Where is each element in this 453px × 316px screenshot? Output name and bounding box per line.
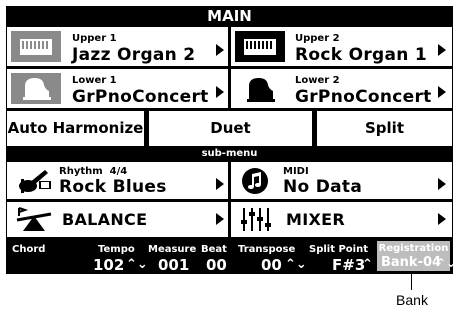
beat-value: 00 — [206, 256, 227, 274]
tone-lower1-name: GrPnoConcert — [72, 87, 209, 107]
registration-bank-value: Bank-04 — [381, 255, 442, 270]
registration-bank-button[interactable]: Registration Bank-04 ⌃⌄ — [375, 239, 453, 273]
chord-label: Chord — [12, 244, 46, 255]
grand-piano-icon — [235, 73, 285, 104]
beat-label: Beat — [201, 244, 227, 255]
guitar-drum-icon — [15, 167, 53, 195]
tone-upper2-button[interactable]: Upper 2 Rock Organ 1 — [231, 27, 452, 66]
arrow-right-icon — [438, 86, 446, 98]
bank-callout-label: Bank — [396, 292, 428, 308]
organ-icon — [11, 31, 61, 62]
music-note-icon — [241, 167, 269, 195]
submenu-label: sub-menu — [201, 148, 258, 159]
duet-button[interactable]: Duet — [149, 111, 312, 146]
up-down-icon[interactable]: ⌃⌄ — [285, 256, 307, 274]
tone-upper2-name: Rock Organ 1 — [295, 45, 427, 65]
arrow-right-icon — [216, 213, 224, 225]
screen-title: MAIN — [207, 7, 252, 25]
tone-upper1-button[interactable]: Upper 1 Jazz Organ 2 — [7, 27, 228, 66]
arrow-right-icon — [216, 178, 224, 190]
tempo-label: Tempo — [98, 244, 135, 255]
midi-name: No Data — [283, 177, 363, 197]
balance-label: BALANCE — [62, 210, 148, 229]
split-button[interactable]: Split — [317, 111, 452, 146]
tone-lower1-button[interactable]: Lower 1 GrPnoConcert — [7, 69, 228, 108]
rhythm-label: Rhythm 4/4 — [59, 166, 127, 177]
tone-upper2-label: Upper 2 — [295, 33, 340, 44]
mixer-label: MIXER — [286, 210, 345, 229]
measure-label: Measure — [148, 244, 197, 255]
auto-harmonize-button[interactable]: Auto Harmonize — [7, 111, 144, 146]
balance-button[interactable]: BALANCE — [7, 202, 228, 237]
arrow-right-icon — [216, 86, 224, 98]
tone-lower2-button[interactable]: Lower 2 GrPnoConcert — [231, 69, 452, 108]
midi-button[interactable]: MIDI No Data — [231, 162, 452, 199]
tone-upper1-name: Jazz Organ 2 — [72, 45, 196, 65]
tone-lower2-name: GrPnoConcert — [295, 87, 432, 107]
transpose-value[interactable]: 00 — [261, 256, 282, 274]
rhythm-label-text: Rhythm — [59, 166, 103, 177]
tone-upper1-label: Upper 1 — [72, 33, 117, 44]
duet-label: Duet — [210, 119, 251, 137]
callout-line — [411, 274, 412, 290]
split-point-label: Split Point — [309, 244, 369, 255]
arrow-right-icon — [438, 213, 446, 225]
rhythm-meter: 4/4 — [109, 166, 128, 177]
split-label: Split — [365, 119, 404, 137]
registration-label: Registration — [378, 243, 449, 254]
rhythm-name: Rock Blues — [59, 177, 167, 197]
up-down-icon[interactable]: ⌃⌄ — [126, 256, 148, 274]
up-down-icon[interactable]: ⌃⌄ — [436, 255, 453, 271]
grand-piano-icon — [11, 73, 61, 104]
measure-value: 001 — [158, 256, 190, 274]
arrow-right-icon — [438, 178, 446, 190]
main-screen: MAIN Upper 1 Jazz Organ 2 Upper 2 Rock O… — [6, 6, 453, 274]
auto-harmonize-label: Auto Harmonize — [7, 119, 144, 137]
mixer-faders-icon — [239, 206, 277, 233]
balance-icon — [15, 206, 53, 233]
organ-icon — [235, 31, 285, 62]
rhythm-button[interactable]: Rhythm 4/4 Rock Blues — [7, 162, 228, 199]
mixer-button[interactable]: MIXER — [231, 202, 452, 237]
midi-label: MIDI — [283, 166, 309, 177]
transpose-label: Transpose — [238, 244, 296, 255]
split-point-value[interactable]: F#3 — [332, 256, 365, 274]
tone-lower1-label: Lower 1 — [72, 75, 117, 86]
tempo-value[interactable]: 102 — [93, 256, 124, 274]
tone-lower2-label: Lower 2 — [295, 75, 340, 86]
arrow-right-icon — [438, 44, 446, 56]
arrow-right-icon — [216, 44, 224, 56]
